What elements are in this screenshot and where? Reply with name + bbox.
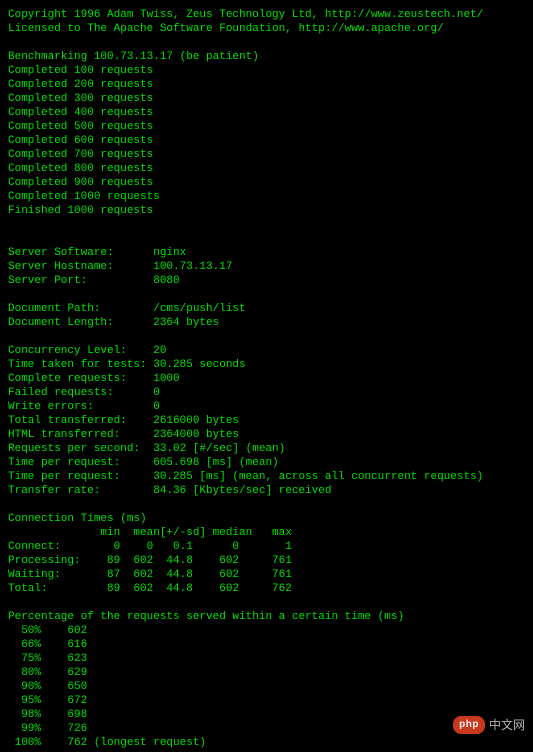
terminal-line: Completed 600 requests — [8, 134, 525, 148]
terminal-line: Server Hostname: 100.73.13.17 — [8, 260, 525, 274]
terminal-line: 99% 726 — [8, 722, 525, 736]
terminal-line: Write errors: 0 — [8, 400, 525, 414]
terminal-line: Benchmarking 100.73.13.17 (be patient) — [8, 50, 525, 64]
terminal-line: Total transferred: 2616000 bytes — [8, 414, 525, 428]
terminal-line: Document Length: 2364 bytes — [8, 316, 525, 330]
terminal-line: Concurrency Level: 20 — [8, 344, 525, 358]
terminal-line: Server Software: nginx — [8, 246, 525, 260]
terminal-line — [8, 218, 525, 232]
terminal-line: min mean[+/-sd] median max — [8, 526, 525, 540]
terminal-output: Copyright 1996 Adam Twiss, Zeus Technolo… — [8, 8, 525, 750]
terminal-line — [8, 232, 525, 246]
terminal-line: Requests per second: 33.02 [#/sec] (mean… — [8, 442, 525, 456]
terminal-line: Failed requests: 0 — [8, 386, 525, 400]
terminal-line: Completed 200 requests — [8, 78, 525, 92]
terminal-line: 50% 602 — [8, 624, 525, 638]
terminal-line: Finished 1000 requests — [8, 204, 525, 218]
terminal-line: Completed 800 requests — [8, 162, 525, 176]
terminal-line: Time taken for tests: 30.285 seconds — [8, 358, 525, 372]
watermark: php 中文网 — [453, 716, 525, 734]
terminal-line: Processing: 89 602 44.8 602 761 — [8, 554, 525, 568]
terminal-line — [8, 330, 525, 344]
terminal-line: Licensed to The Apache Software Foundati… — [8, 22, 525, 36]
terminal-line: Connect: 0 0 0.1 0 1 — [8, 540, 525, 554]
terminal-line: Server Port: 8080 — [8, 274, 525, 288]
terminal-line: HTML transferred: 2364000 bytes — [8, 428, 525, 442]
terminal-line: 66% 616 — [8, 638, 525, 652]
terminal-line: Time per request: 605.698 [ms] (mean) — [8, 456, 525, 470]
terminal-line — [8, 36, 525, 50]
terminal-line: Completed 900 requests — [8, 176, 525, 190]
terminal-line: Copyright 1996 Adam Twiss, Zeus Technolo… — [8, 8, 525, 22]
terminal-line: Percentage of the requests served within… — [8, 610, 525, 624]
terminal-line: Completed 400 requests — [8, 106, 525, 120]
terminal-line — [8, 596, 525, 610]
terminal-line: Waiting: 87 602 44.8 602 761 — [8, 568, 525, 582]
terminal-line: 100% 762 (longest request) — [8, 736, 525, 750]
terminal-line — [8, 288, 525, 302]
terminal-line: Completed 100 requests — [8, 64, 525, 78]
terminal-line: Time per request: 30.285 [ms] (mean, acr… — [8, 470, 525, 484]
terminal-line: 80% 629 — [8, 666, 525, 680]
terminal-line: Total: 89 602 44.8 602 762 — [8, 582, 525, 596]
terminal-line: Completed 300 requests — [8, 92, 525, 106]
terminal-line: Completed 1000 requests — [8, 190, 525, 204]
terminal-line: 90% 650 — [8, 680, 525, 694]
terminal-line — [8, 498, 525, 512]
watermark-pill: php — [453, 716, 485, 734]
terminal-line: Completed 500 requests — [8, 120, 525, 134]
terminal-line: Document Path: /cms/push/list — [8, 302, 525, 316]
terminal-line: 95% 672 — [8, 694, 525, 708]
terminal-line: 98% 698 — [8, 708, 525, 722]
terminal-line: Completed 700 requests — [8, 148, 525, 162]
terminal-line: Complete requests: 1000 — [8, 372, 525, 386]
terminal-line: Connection Times (ms) — [8, 512, 525, 526]
terminal-line: 75% 623 — [8, 652, 525, 666]
terminal-line: Transfer rate: 84.36 [Kbytes/sec] receiv… — [8, 484, 525, 498]
watermark-text: 中文网 — [489, 718, 525, 732]
